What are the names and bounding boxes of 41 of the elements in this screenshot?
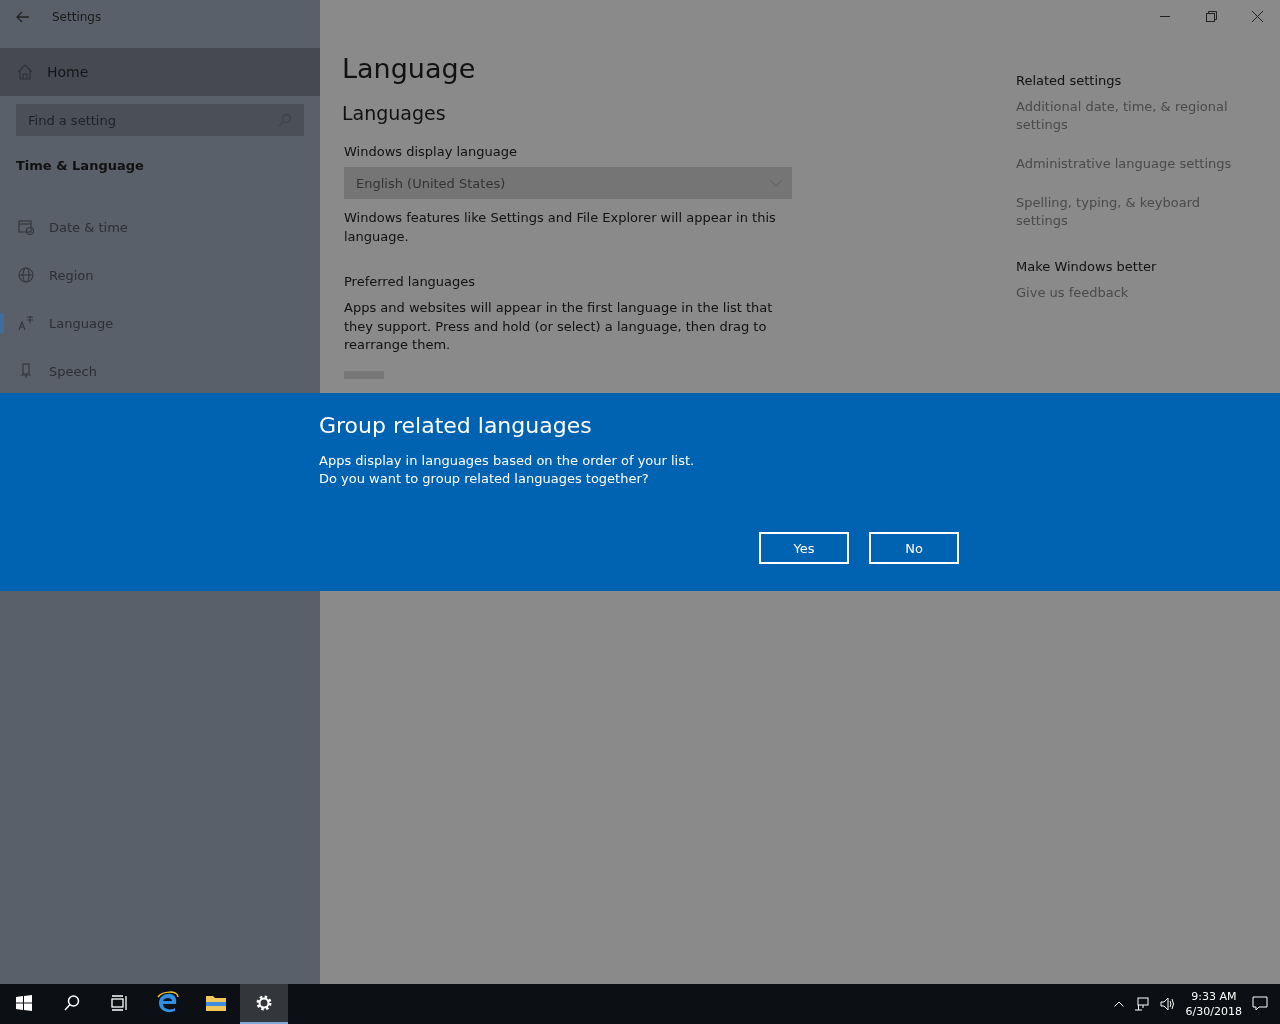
chevron-up-icon[interactable]	[1113, 1001, 1124, 1007]
search-icon	[63, 994, 81, 1012]
speaker-icon[interactable]	[1159, 997, 1176, 1011]
back-arrow-icon[interactable]	[16, 10, 30, 23]
dialog-button[interactable]: Yes	[759, 532, 849, 564]
dialog-title: Group related languages	[319, 413, 593, 438]
minimize-icon	[1160, 16, 1170, 17]
clock[interactable]: 9:33 AM 6/30/2018	[1185, 989, 1242, 1019]
related-link[interactable]: Give us feedback	[1016, 284, 1250, 302]
chevron-down-icon	[770, 179, 782, 187]
network-icon[interactable]	[1133, 997, 1150, 1011]
window-title: Settings	[52, 9, 102, 24]
field-label: Preferred languages	[344, 274, 477, 289]
dialog-message: Apps display in languages based on the order of your list. Do you want to group related languages together?	[319, 452, 696, 488]
globe-icon	[17, 266, 35, 284]
related-link[interactable]: Additional date, time, & regional settings	[1016, 98, 1250, 134]
close-icon	[1251, 11, 1263, 22]
related-link[interactable]: Spelling, typing, & keyboard settings	[1016, 194, 1250, 230]
dialog-button[interactable]: No	[869, 532, 959, 564]
description-text: Apps and websites will appear in the first language in the list that they support. Press and hold (or select) a language, then drag to rearrange them.	[344, 299, 774, 354]
home-icon	[17, 64, 33, 80]
section-title: Languages	[342, 102, 447, 124]
restore-icon	[1205, 11, 1217, 22]
windows-logo-icon	[16, 995, 32, 1011]
settings-icon	[254, 993, 274, 1013]
page-title: Language	[342, 53, 477, 84]
section-heading: Time & Language	[15, 157, 145, 175]
home-nav-item[interactable]: Home	[0, 48, 320, 96]
folder-icon	[205, 994, 227, 1012]
browser-e-icon	[156, 991, 180, 1015]
task-view-icon	[111, 995, 129, 1011]
calendar-clock-icon	[17, 218, 35, 236]
related-heading: Make Windows better	[1016, 259, 1158, 274]
related-heading: Related settings	[1016, 73, 1123, 88]
language-characters-icon	[17, 314, 35, 332]
description-text: Windows features like Settings and File Explorer will appear in this language.	[344, 209, 777, 246]
taskbar-button[interactable]	[240, 984, 288, 1024]
field-label: Windows display language	[344, 144, 518, 159]
related-link[interactable]: Administrative language settings	[1016, 155, 1250, 173]
notification-icon[interactable]	[1252, 996, 1268, 1012]
language-dropdown[interactable]: English (United States)	[344, 167, 792, 199]
